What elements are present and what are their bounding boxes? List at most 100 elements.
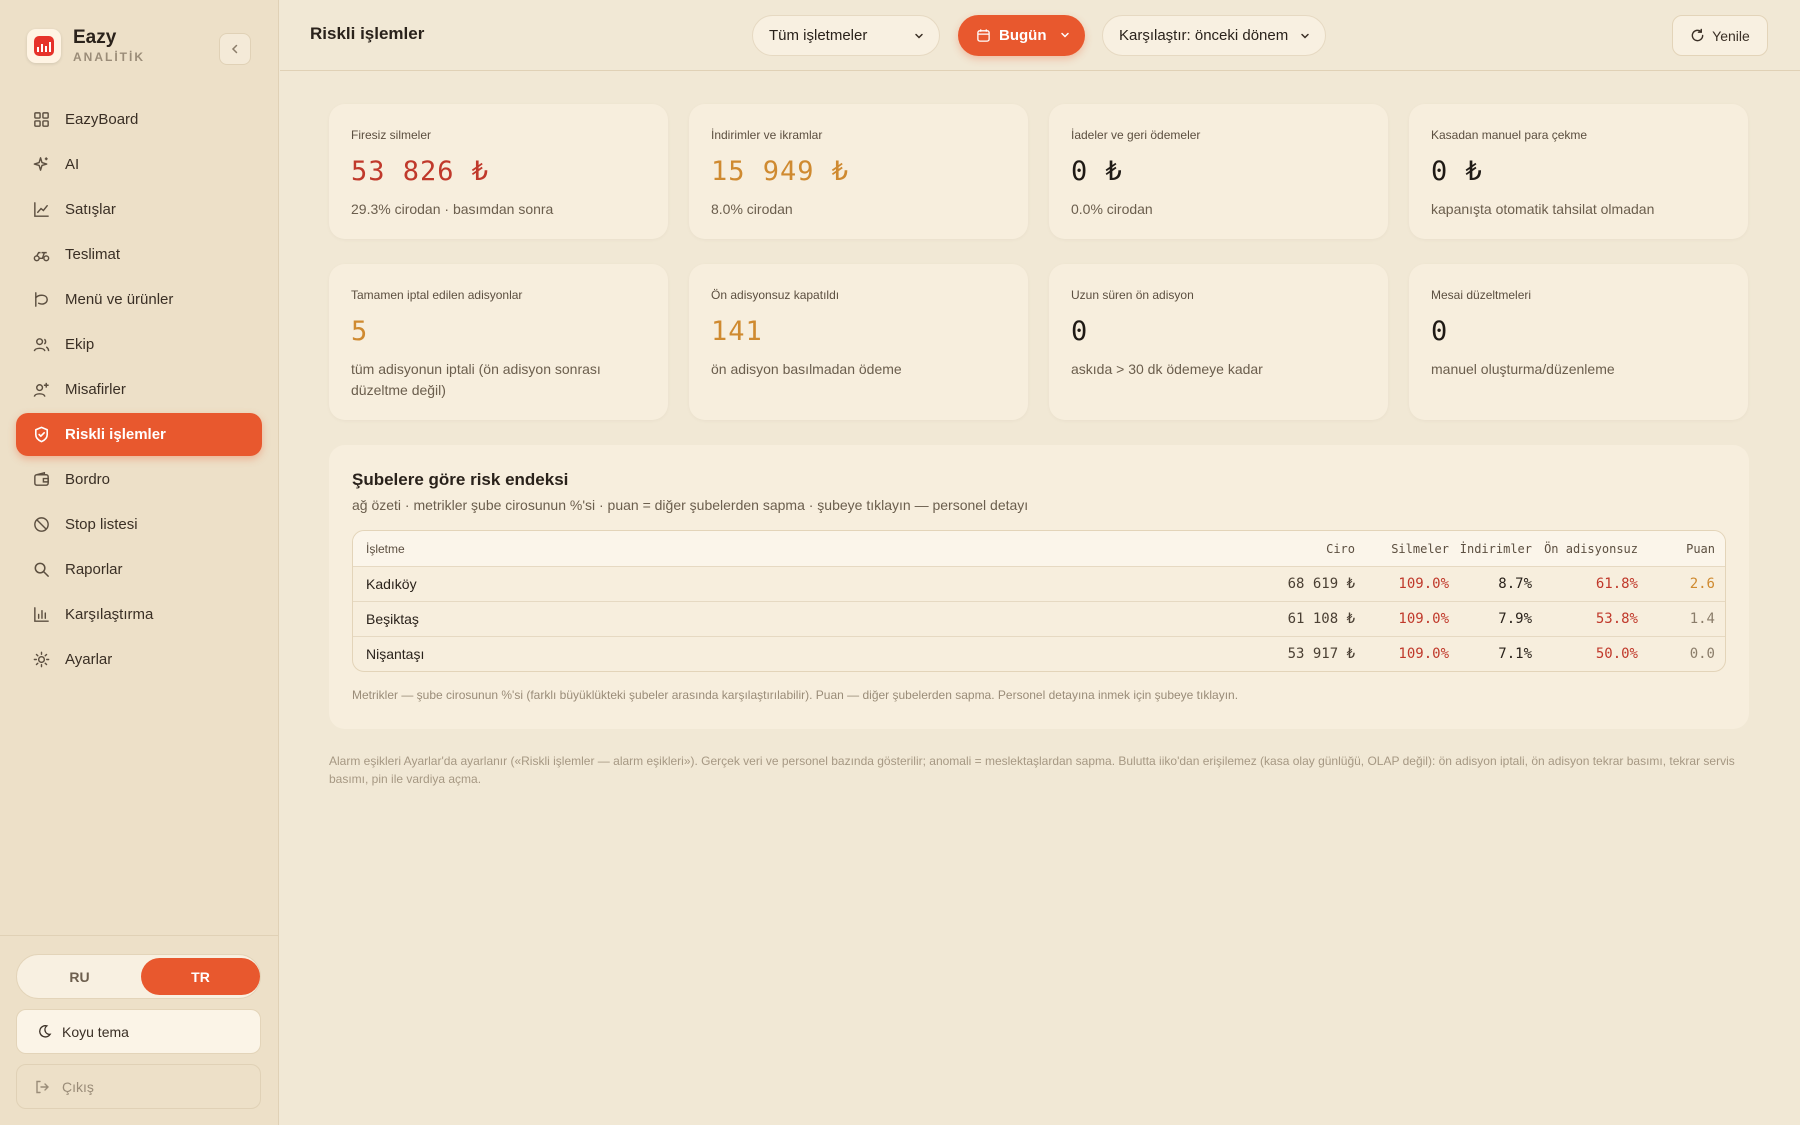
sidebar-item-label: Bordro (65, 471, 111, 488)
table-row[interactable]: Beşiktaş 61 108 ₺ 109.0% 7.9% 53.8% 1.4 (353, 602, 1725, 637)
wallet-icon (34, 471, 49, 486)
logout-icon (36, 1080, 49, 1093)
sidebar-item-label: Teslimat (65, 246, 121, 263)
sidebar-item-menu[interactable]: Menü ve ürünler (16, 278, 262, 321)
sidebar-item-label: Satışlar (65, 201, 116, 218)
table-row[interactable]: Nişantaşı 53 917 ₺ 109.0% 7.1% 50.0% 0.0 (353, 637, 1725, 671)
metric-sub: 8.0% cirodan (711, 201, 793, 217)
sidebar-item-label: Karşılaştırma (65, 606, 154, 623)
cell-on-adisyonsuz: 50.0% (1595, 646, 1638, 662)
sidebar-item-ekip[interactable]: Ekip (16, 323, 262, 366)
compare-select[interactable]: Karşılaştır: önceki dönem (1102, 15, 1326, 56)
dark-theme-button[interactable]: Koyu tema (16, 1009, 261, 1054)
sidebar-item-raporlar[interactable]: Raporlar (16, 548, 262, 591)
metric-label: İndirimler ve ikramlar (711, 128, 823, 142)
metric-card-firesiz-silmeler[interactable]: Firesiz silmeler 53 826 ₺ 29.3% cirodan … (329, 104, 668, 239)
sidebar: Eazy ANALİTİK EazyBoard AI Satışlar Tesl… (0, 0, 279, 1125)
metric-label: İadeler ve geri ödemeler (1071, 128, 1201, 142)
sidebar-item-stop-listesi[interactable]: Stop listesi (16, 503, 262, 546)
cell-indirimler: 7.9% (1498, 611, 1532, 627)
cell-on-adisyonsuz: 53.8% (1595, 611, 1638, 627)
sidebar-item-label: EazyBoard (65, 111, 139, 128)
metric-card-on-adisyonsuz[interactable]: Ön adisyonsuz kapatıldı 141 ön adisyon b… (689, 264, 1028, 420)
refresh-label: Yenile (1712, 27, 1750, 44)
users-icon (33, 338, 50, 352)
user-plus-icon (33, 382, 49, 397)
sidebar-item-label: Stop listesi (65, 516, 138, 533)
metric-sub: kapanışta otomatik tahsilat olmadan (1431, 201, 1655, 217)
lang-tr-button[interactable]: TR (141, 958, 260, 995)
metric-card-uzun-on-adisyon[interactable]: Uzun süren ön adisyon 0 askıda > 30 dk ö… (1049, 264, 1388, 420)
panel-title: Şubelere göre risk endeksi (352, 470, 569, 489)
table-row[interactable]: Kadıköy 68 619 ₺ 109.0% 8.7% 61.8% 2.6 (353, 567, 1725, 602)
cell-puan: 1.4 (1689, 611, 1715, 627)
cell-isletme: Beşiktaş (366, 611, 419, 627)
metric-card-iptal-adisyonlar[interactable]: Tamamen iptal edilen adisyonlar 5 tüm ad… (329, 264, 668, 420)
lang-ru-button[interactable]: RU (20, 958, 139, 995)
grid-icon (34, 112, 49, 127)
metric-card-mesai-duzeltmeleri[interactable]: Mesai düzeltmeleri 0 manuel oluşturma/dü… (1409, 264, 1748, 420)
metric-label: Tamamen iptal edilen adisyonlar (351, 288, 523, 302)
sidebar-item-misafirler[interactable]: Misafirler (16, 368, 262, 411)
metric-value: 53 826 ₺ (351, 156, 490, 187)
cell-puan: 2.6 (1689, 576, 1715, 592)
sidebar-nav: EazyBoard AI Satışlar Teslimat Menü ve ü… (16, 98, 262, 683)
col-header-ciro[interactable]: Ciro (1326, 531, 1355, 567)
chevron-down-icon (1301, 33, 1309, 39)
sidebar-item-label: Ekip (65, 336, 95, 353)
sidebar-item-ai[interactable]: AI (16, 143, 262, 186)
col-header-isletme[interactable]: İşletme (366, 531, 405, 567)
sidebar-item-riskli-islemler[interactable]: Riskli işlemler (16, 413, 262, 456)
sidebar-item-label: Riskli işlemler (65, 426, 166, 443)
metric-card-iadeler[interactable]: İadeler ve geri ödemeler 0 ₺ 0.0% ciroda… (1049, 104, 1388, 239)
metric-label: Mesai düzeltmeleri (1431, 288, 1532, 302)
period-button[interactable]: Bugün (958, 15, 1085, 56)
shield-check-icon (34, 426, 49, 443)
sidebar-item-karsilastirma[interactable]: Karşılaştırma (16, 593, 262, 636)
topbar: Riskli işlemler Tüm işletmeler Bugün Kar… (280, 0, 1800, 71)
sidebar-footer: RU TR Koyu tema Çıkış (0, 935, 279, 1125)
collapse-sidebar-button[interactable] (219, 33, 251, 65)
metric-value: 0 ₺ (1071, 156, 1123, 187)
bar-chart-icon (34, 607, 49, 622)
brand[interactable]: Eazy ANALİTİK (27, 27, 145, 65)
venue-select[interactable]: Tüm işletmeler (752, 15, 940, 56)
metric-card-manuel-para-cekme[interactable]: Kasadan manuel para çekme 0 ₺ kapanışta … (1409, 104, 1748, 239)
cell-on-adisyonsuz: 61.8% (1595, 576, 1638, 592)
sidebar-item-ayarlar[interactable]: Ayarlar (16, 638, 262, 681)
col-header-puan[interactable]: Puan (1686, 531, 1715, 567)
panel-subtitle: ağ özeti · metrikler şube cirosunun %'si… (352, 497, 1029, 513)
cell-ciro: 61 108 ₺ (1287, 611, 1355, 627)
logout-button[interactable]: Çıkış (16, 1064, 261, 1109)
metric-value: 141 (711, 316, 763, 347)
page-title: Riskli işlemler (310, 24, 425, 43)
sidebar-item-satislar[interactable]: Satışlar (16, 188, 262, 231)
refresh-icon (1691, 28, 1704, 42)
col-header-on-adisyonsuz[interactable]: Ön adisyonsuz (1544, 531, 1638, 567)
table-note: Metrikler — şube cirosunun %'si (farklı … (352, 688, 1239, 702)
col-header-silmeler[interactable]: Silmeler (1391, 531, 1449, 567)
chevron-left-icon (231, 44, 238, 54)
brand-name: Eazy (73, 27, 117, 48)
table-header: İşletme Ciro Silmeler İndirimler Ön adis… (353, 531, 1725, 567)
sidebar-item-eazyboard[interactable]: EazyBoard (16, 98, 262, 141)
metric-sub: askıda > 30 dk ödemeye kadar (1071, 361, 1263, 377)
metric-label: Uzun süren ön adisyon (1071, 288, 1194, 302)
risk-table: İşletme Ciro Silmeler İndirimler Ön adis… (352, 530, 1726, 672)
venue-select-value: Tüm işletmeler (769, 27, 868, 44)
metric-label: Firesiz silmeler (351, 128, 432, 142)
sidebar-item-label: Menü ve ürünler (65, 291, 174, 308)
refresh-button[interactable]: Yenile (1672, 15, 1768, 56)
sidebar-item-bordro[interactable]: Bordro (16, 458, 262, 501)
metric-sub: 29.3% cirodan · basımdan sonra (351, 201, 554, 217)
compare-select-value: Karşılaştır: önceki dönem (1119, 27, 1289, 44)
scooter-icon (33, 251, 50, 262)
chevron-down-icon (1061, 32, 1069, 38)
cell-ciro: 68 619 ₺ (1287, 576, 1355, 592)
metric-card-indirimler[interactable]: İndirimler ve ikramlar 15 949 ₺ 8.0% cir… (689, 104, 1028, 239)
col-header-indirimler[interactable]: İndirimler (1460, 531, 1532, 567)
sidebar-item-label: Ayarlar (65, 651, 113, 668)
cell-silmeler: 109.0% (1398, 611, 1449, 627)
dark-theme-label: Koyu tema (62, 1023, 129, 1040)
sidebar-item-teslimat[interactable]: Teslimat (16, 233, 262, 276)
